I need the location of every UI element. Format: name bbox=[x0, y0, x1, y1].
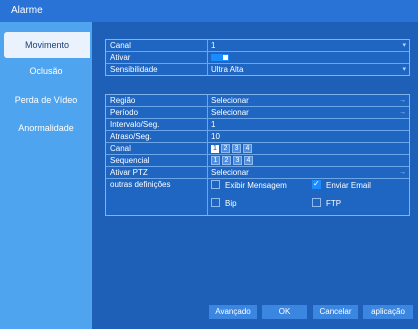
ftp-option[interactable]: FTP bbox=[312, 198, 341, 209]
channel-3-box[interactable]: 3 bbox=[232, 144, 241, 154]
toggle-knob bbox=[223, 55, 228, 60]
ativar-toggle[interactable] bbox=[211, 54, 229, 61]
sidebar-item-movimento[interactable]: Movimento bbox=[4, 32, 90, 58]
canal-select[interactable]: 1 bbox=[207, 40, 409, 51]
enviar-email-option[interactable]: Enviar Email bbox=[312, 178, 371, 191]
chevron-down-icon[interactable]: ▾ bbox=[402, 40, 406, 51]
regiao-row[interactable]: Região Selecionar → bbox=[106, 95, 409, 107]
canal-channels-row: Canal 1234 bbox=[106, 143, 409, 155]
intervalo-value: 1 bbox=[211, 120, 216, 129]
sensibilidade-row[interactable]: Sensibilidade Ultra Alta ▾ bbox=[106, 64, 409, 75]
channel-2-box[interactable]: 2 bbox=[221, 144, 230, 154]
seq-channel-3-box[interactable]: 3 bbox=[233, 156, 242, 166]
ftp-label: FTP bbox=[326, 199, 342, 208]
motion-basic-table: Canal 1 ▾ Ativar Sensibilidade Ultra Alt… bbox=[105, 39, 410, 76]
ok-button[interactable]: OK bbox=[262, 305, 307, 319]
canal-row[interactable]: Canal 1 ▾ bbox=[106, 40, 409, 52]
seq-channel-2-box[interactable]: 2 bbox=[222, 156, 231, 166]
exibir-checkbox[interactable] bbox=[211, 180, 220, 190]
motion-config-table: Região Selecionar → Período Selecionar →… bbox=[105, 94, 410, 216]
alarm-window: Alarme Movimento Oclusão Perda de Vídeo … bbox=[0, 0, 418, 329]
channel-1-box[interactable]: 1 bbox=[211, 144, 219, 153]
sidebar-item-anormalidade[interactable]: Anormalidade bbox=[0, 115, 92, 141]
sidebar: Movimento Oclusão Perda de Vídeo Anormal… bbox=[0, 22, 92, 329]
atraso-input[interactable]: 10 bbox=[207, 131, 409, 142]
sidebar-item-oclusao[interactable]: Oclusão bbox=[0, 58, 92, 84]
exibir-mensagem-option[interactable]: Exibir Mensagem bbox=[211, 180, 287, 191]
canal-channels-label: Canal bbox=[110, 144, 131, 153]
bip-checkbox[interactable] bbox=[211, 198, 220, 208]
ptz-select[interactable]: Selecionar bbox=[207, 167, 409, 178]
regiao-value: Selecionar bbox=[211, 96, 249, 105]
intervalo-label: Intervalo/Seg. bbox=[110, 120, 160, 129]
main-panel: Canal 1 ▾ Ativar Sensibilidade Ultra Alt… bbox=[92, 22, 418, 329]
ativar-label: Ativar bbox=[110, 53, 131, 62]
seq-channel-4-box[interactable]: 4 bbox=[244, 156, 253, 166]
periodo-value: Selecionar bbox=[211, 108, 249, 117]
periodo-label: Período bbox=[110, 108, 139, 117]
sequencial-label: Sequencial bbox=[110, 156, 150, 165]
ftp-checkbox[interactable] bbox=[312, 198, 321, 208]
intervalo-input[interactable]: 1 bbox=[207, 119, 409, 130]
intervalo-row: Intervalo/Seg. 1 bbox=[106, 119, 409, 131]
ativar-value-cell bbox=[207, 52, 409, 63]
cancelar-button[interactable]: Cancelar bbox=[313, 305, 358, 319]
sidebar-item-perda-de-video[interactable]: Perda de Vídeo bbox=[0, 87, 92, 113]
seq-channel-1-box[interactable]: 1 bbox=[211, 156, 220, 166]
atraso-row: Atraso/Seg. 10 bbox=[106, 131, 409, 143]
sensibilidade-label: Sensibilidade bbox=[110, 65, 158, 74]
avancado-button[interactable]: Avançado bbox=[209, 305, 257, 319]
chevron-right-icon[interactable]: → bbox=[399, 167, 406, 178]
chevron-right-icon[interactable]: → bbox=[399, 107, 406, 118]
outras-label: outras definições bbox=[110, 180, 171, 189]
periodo-select[interactable]: Selecionar bbox=[207, 107, 409, 118]
chevron-down-icon[interactable]: ▾ bbox=[402, 64, 406, 75]
ptz-row[interactable]: Ativar PTZ Selecionar → bbox=[106, 167, 409, 179]
chevron-right-icon[interactable]: → bbox=[399, 95, 406, 106]
exibir-label: Exibir Mensagem bbox=[225, 181, 287, 190]
regiao-select[interactable]: Selecionar bbox=[207, 95, 409, 106]
canal-label: Canal bbox=[110, 41, 131, 50]
sequencial-row: Sequencial 1234 bbox=[106, 155, 409, 167]
ptz-label: Ativar PTZ bbox=[110, 168, 148, 177]
outras-options: Exibir Mensagem Enviar Email Bip FTP bbox=[207, 178, 409, 215]
aplicacao-button[interactable]: aplicação bbox=[363, 305, 413, 319]
sensibilidade-value: Ultra Alta bbox=[211, 65, 244, 74]
regiao-label: Região bbox=[110, 96, 136, 105]
ativar-row: Ativar bbox=[106, 52, 409, 64]
bip-option[interactable]: Bip bbox=[211, 198, 237, 209]
email-label: Enviar Email bbox=[326, 181, 371, 190]
sensibilidade-select[interactable]: Ultra Alta bbox=[207, 64, 409, 75]
canal-value: 1 bbox=[211, 41, 216, 50]
outras-row: outras definições Exibir Mensagem Enviar… bbox=[106, 178, 409, 215]
periodo-row[interactable]: Período Selecionar → bbox=[106, 107, 409, 119]
email-checkbox[interactable] bbox=[312, 178, 321, 190]
bip-label: Bip bbox=[225, 199, 237, 208]
window-title: Alarme bbox=[11, 5, 43, 16]
atraso-value: 10 bbox=[211, 132, 220, 141]
atraso-label: Atraso/Seg. bbox=[110, 132, 152, 141]
channel-4-box[interactable]: 4 bbox=[243, 144, 252, 154]
ptz-value: Selecionar bbox=[211, 168, 249, 177]
sequencial-channels: 1234 bbox=[207, 155, 409, 166]
canal-channels: 1234 bbox=[207, 143, 409, 154]
title-bar: Alarme bbox=[0, 0, 418, 22]
